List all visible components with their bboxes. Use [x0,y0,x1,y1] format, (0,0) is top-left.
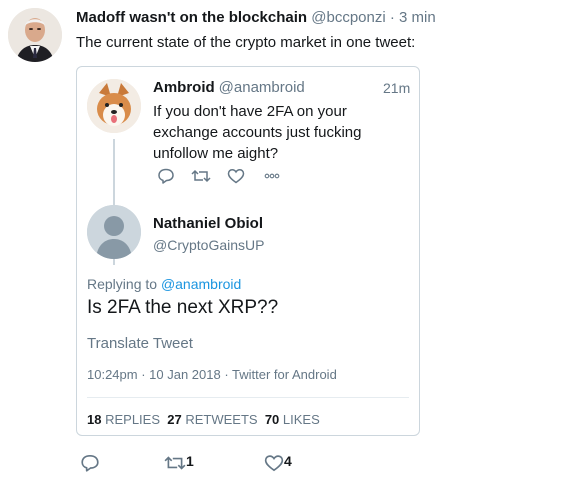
translate-link[interactable]: Translate Tweet [87,335,193,352]
reply-metadata: 10:24pm · 10 Jan 2018 · Twitter for Andr… [87,367,337,382]
like-icon[interactable] [227,167,245,185]
like-count: 4 [284,453,292,469]
replies-label[interactable]: REPLIES [105,412,160,427]
retweet-count: 1 [186,453,194,469]
author-avatar[interactable] [8,8,62,62]
more-icon[interactable] [263,167,281,185]
reply-avatar[interactable] [87,205,141,259]
stats-divider [87,397,409,398]
like-button[interactable]: 4 [264,453,292,473]
embedded-tweet-card[interactable]: Ambroid @anambroid 21m If you don't have … [76,66,420,436]
likes-label[interactable]: LIKES [283,412,320,427]
like-icon [264,455,284,472]
retweets-label[interactable]: RETWEETS [185,412,257,427]
replying-to: Replying to @anambroid [87,276,241,292]
reply-button[interactable] [80,453,100,473]
default-avatar-image [87,205,141,259]
retweet-icon[interactable] [191,167,211,185]
author-avatar-image [8,8,62,62]
separator-dot: · [389,9,395,26]
retweet-button[interactable]: 1 [164,453,194,473]
quoted-handle[interactable]: @anambroid [219,79,305,96]
reply-icon[interactable] [157,167,175,185]
quoted-time[interactable]: 21m [383,80,410,96]
replying-prefix: Replying to [87,276,158,292]
quoted-text: If you don't have 2FA on your exchange a… [153,103,362,162]
quoted-author: Ambroid @anambroid [153,79,305,96]
reply-icon [81,454,99,472]
tweet-header: Madoff wasn't on the blockchain @bccponz… [76,9,436,26]
quoted-name[interactable]: Ambroid [153,79,215,96]
quoted-avatar[interactable] [87,79,141,133]
dog-avatar-image [87,79,141,133]
reply-author-name[interactable]: Nathaniel Obiol [153,215,263,232]
tweet-text: The current state of the crypto market i… [76,34,416,51]
replies-count: 18 [87,412,102,427]
retweet-icon [164,456,186,470]
author-name[interactable]: Madoff wasn't on the blockchain [76,9,307,26]
author-handle[interactable]: @bccponzi [311,9,385,26]
tweet-time[interactable]: 3 min [399,9,436,26]
reply-author-handle[interactable]: @CryptoGainsUP [153,237,264,253]
engagement-stats: 18 REPLIES 27 RETWEETS 70 LIKES [87,412,320,427]
reply-text: Is 2FA the next XRP?? [87,297,279,318]
retweets-count: 27 [167,412,182,427]
replying-handle[interactable]: @anambroid [161,276,241,292]
likes-count: 70 [264,412,280,427]
